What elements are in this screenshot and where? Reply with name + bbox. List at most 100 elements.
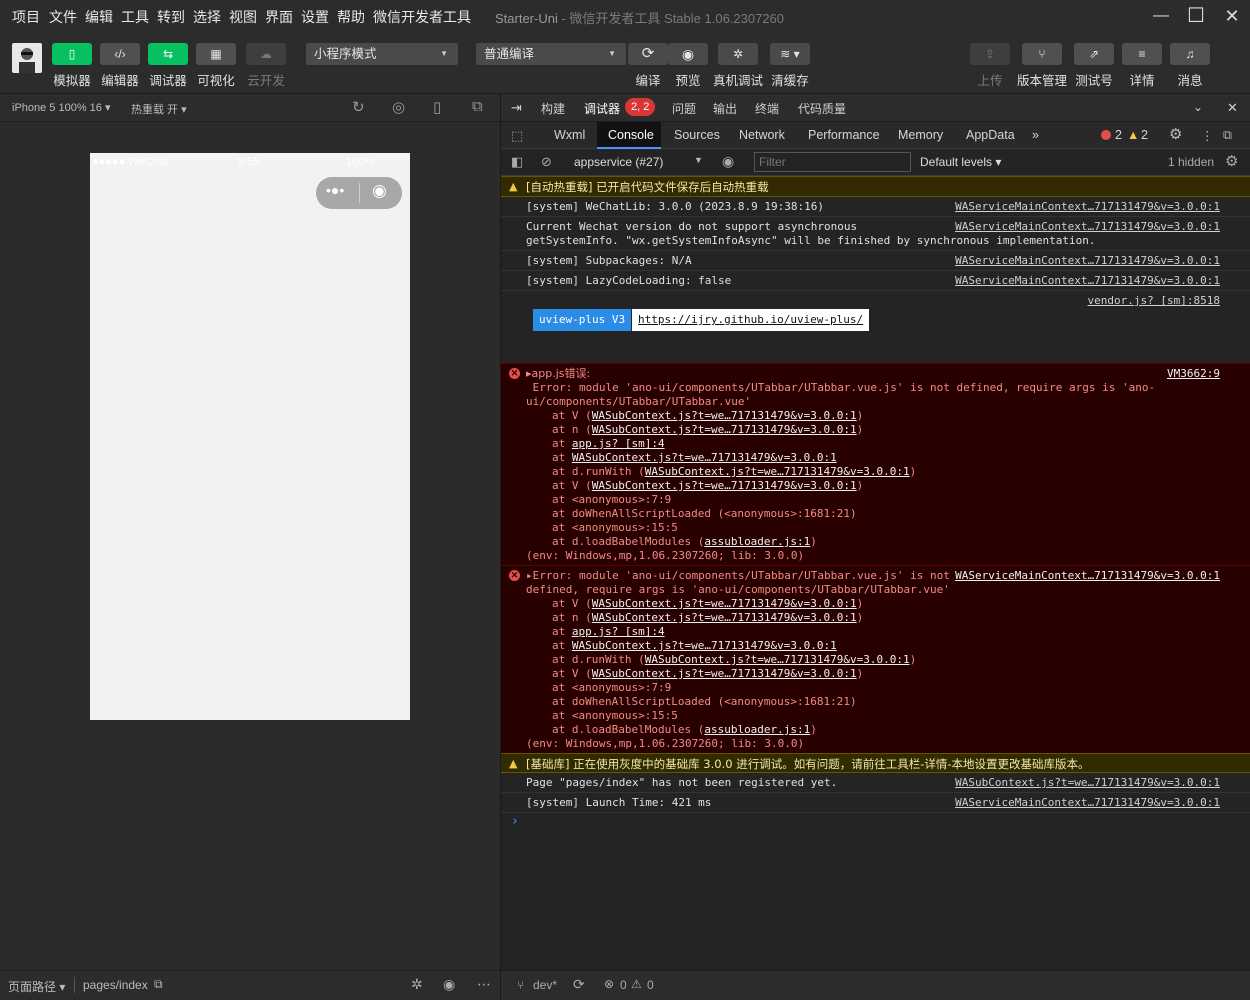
phone-screen[interactable]: ●●●●● WeChat 9:55 100% •●• ◉ bbox=[90, 153, 410, 720]
error-count[interactable]: 2 bbox=[1115, 128, 1122, 142]
dock-icon[interactable]: ⧉ bbox=[1223, 128, 1232, 143]
upload-button[interactable]: ⇪ bbox=[970, 43, 1010, 65]
gear-icon[interactable]: ⚙ bbox=[1169, 125, 1182, 143]
error-title[interactable]: ▸app.js错误: bbox=[526, 367, 590, 381]
stack-frame-link[interactable]: app.js? [sm]:4 bbox=[572, 625, 665, 638]
stack-frame-link[interactable]: WASubContext.js?t=we…717131479&v=3.0.0:1 bbox=[572, 639, 837, 652]
tab-network[interactable]: Network bbox=[739, 128, 785, 142]
error-status-count[interactable]: 0 bbox=[620, 978, 627, 992]
source-link[interactable]: WASubContext.js?t=we…717131479&v=3.0.0:1 bbox=[955, 776, 1220, 790]
tab-debugger[interactable]: 调试器 bbox=[584, 100, 620, 117]
console-prompt[interactable]: › bbox=[511, 815, 519, 829]
error-status-icon[interactable]: ⊗ bbox=[604, 977, 614, 991]
close-icon[interactable]: ✕ bbox=[1220, 4, 1244, 28]
source-link[interactable]: VM3662:9 bbox=[1167, 367, 1220, 381]
uview-link[interactable]: https://ijry.github.io/uview-plus/ bbox=[632, 309, 870, 331]
clear-cache-button[interactable]: ≋ ▾ bbox=[770, 43, 810, 65]
stack-frame-link[interactable]: WASubContext.js?t=we…717131479&v=3.0.0:1 bbox=[645, 653, 910, 666]
bug-icon[interactable]: ✲ bbox=[411, 976, 423, 993]
tab-terminal[interactable]: 终端 bbox=[755, 100, 779, 117]
device-select[interactable]: iPhone 5 100% 16 ▾ bbox=[12, 101, 111, 114]
source-link[interactable]: WAServiceMainContext…717131479&v=3.0.0:1 bbox=[955, 569, 1220, 583]
version-button[interactable]: ⑂ bbox=[1022, 43, 1062, 65]
warning-status-count[interactable]: 0 bbox=[647, 978, 654, 992]
warning-status-icon[interactable]: ⚠ bbox=[631, 977, 642, 991]
preview-button[interactable]: ◉ bbox=[668, 43, 708, 65]
collapse-icon[interactable]: ⇥ bbox=[511, 100, 522, 116]
source-link[interactable]: WAServiceMainContext…717131479&v=3.0.0:1 bbox=[955, 796, 1220, 810]
cloud-dev-button[interactable]: ☁ bbox=[246, 43, 286, 65]
record-icon[interactable]: ◎ bbox=[392, 98, 405, 116]
stack-frame-link[interactable]: app.js? [sm]:4 bbox=[572, 437, 665, 450]
tab-build[interactable]: 构建 bbox=[541, 100, 565, 117]
menu-devtools[interactable]: 微信开发者工具 bbox=[373, 7, 471, 27]
maximize-icon[interactable]: ☐ bbox=[1184, 4, 1208, 28]
tab-problems[interactable]: 问题 bbox=[672, 100, 696, 117]
kebab-icon[interactable]: ⋮ bbox=[1201, 128, 1214, 143]
menu-select[interactable]: 选择 bbox=[193, 7, 221, 27]
more-icon[interactable]: •●• bbox=[326, 182, 344, 198]
stack-frame-link[interactable]: WASubContext.js?t=we…717131479&v=3.0.0:1 bbox=[592, 597, 857, 610]
eye-icon[interactable]: ◉ bbox=[722, 153, 734, 170]
menu-view[interactable]: 视图 bbox=[229, 7, 257, 27]
capsule-button[interactable]: •●• ◉ bbox=[316, 177, 402, 209]
rotate-icon[interactable]: ↻ bbox=[352, 98, 365, 116]
more-tabs-icon[interactable]: » bbox=[1032, 128, 1039, 142]
menu-help[interactable]: 帮助 bbox=[337, 7, 365, 27]
branch-name[interactable]: dev* bbox=[533, 978, 557, 992]
close-mini-icon[interactable]: ◉ bbox=[372, 181, 387, 201]
page-path-select[interactable]: 页面路径 ▾ bbox=[8, 978, 65, 995]
hot-reload-toggle[interactable]: 热重载 开 ▾ bbox=[131, 101, 187, 117]
mode-select[interactable]: 小程序模式 ▼ bbox=[306, 43, 458, 65]
stack-frame-link[interactable]: assubloader.js:1 bbox=[704, 723, 810, 736]
menu-project[interactable]: 项目 bbox=[12, 7, 40, 27]
stack-frame-link[interactable]: WASubContext.js?t=we…717131479&v=3.0.0:1 bbox=[592, 667, 857, 680]
sync-icon[interactable]: ⟳ bbox=[573, 976, 585, 993]
tab-performance[interactable]: Performance bbox=[808, 128, 880, 142]
compile-select[interactable]: 普通编译 ▼ bbox=[476, 43, 626, 65]
source-link[interactable]: WAServiceMainContext…717131479&v=3.0.0:1 bbox=[955, 274, 1220, 288]
gear-icon[interactable]: ⚙ bbox=[1225, 152, 1238, 170]
menu-goto[interactable]: 转到 bbox=[157, 7, 185, 27]
stack-frame-link[interactable]: assubloader.js:1 bbox=[704, 535, 810, 548]
tab-code-quality[interactable]: 代码质量 bbox=[798, 100, 846, 117]
tab-wxml[interactable]: Wxml bbox=[554, 128, 585, 142]
minimize-icon[interactable]: — bbox=[1149, 4, 1173, 28]
simulator-toggle-button[interactable]: ▯ bbox=[52, 43, 92, 65]
avatar[interactable] bbox=[12, 43, 42, 73]
console-output[interactable]: ▲ [自动热重载] 已开启代码文件保存后自动热重载 [system] WeCha… bbox=[501, 176, 1250, 970]
details-button[interactable]: ≡ bbox=[1122, 43, 1162, 65]
tab-output[interactable]: 输出 bbox=[713, 100, 737, 117]
inspect-icon[interactable]: ⬚ bbox=[511, 128, 523, 144]
chevron-down-icon[interactable]: ⌄ bbox=[1193, 100, 1203, 114]
tab-memory[interactable]: Memory bbox=[898, 128, 943, 142]
source-link[interactable]: WAServiceMainContext…717131479&v=3.0.0:1 bbox=[955, 200, 1220, 214]
sidebar-icon[interactable]: ◧ bbox=[511, 154, 523, 170]
remote-debug-button[interactable]: ✲ bbox=[718, 43, 758, 65]
error-message[interactable]: ▸Error: module 'ano-ui/components/UTabba… bbox=[526, 569, 950, 583]
levels-select[interactable]: Default levels ▾ bbox=[920, 155, 1001, 169]
stack-frame-link[interactable]: WASubContext.js?t=we…717131479&v=3.0.0:1 bbox=[572, 451, 837, 464]
messages-button[interactable]: ♫ bbox=[1170, 43, 1210, 65]
tab-console[interactable]: Console bbox=[608, 128, 654, 142]
editor-toggle-button[interactable]: ‹/› bbox=[100, 43, 140, 65]
clear-icon[interactable]: ⊘ bbox=[541, 154, 552, 170]
menu-settings[interactable]: 设置 bbox=[301, 7, 329, 27]
menu-interface[interactable]: 界面 bbox=[265, 7, 293, 27]
source-link[interactable]: vendor.js? [sm]:8518 bbox=[1088, 294, 1220, 308]
debugger-toggle-button[interactable]: ⇆ bbox=[148, 43, 188, 65]
phone-icon[interactable]: ▯ bbox=[433, 98, 441, 116]
chevron-down-icon[interactable]: ▼ bbox=[694, 155, 703, 165]
menu-file[interactable]: 文件 bbox=[49, 7, 77, 27]
context-select[interactable]: appservice (#27) bbox=[574, 155, 663, 169]
stack-frame-link[interactable]: WASubContext.js?t=we…717131479&v=3.0.0:1 bbox=[592, 409, 857, 422]
popout-icon[interactable]: ⧉ bbox=[472, 98, 483, 115]
menu-tools[interactable]: 工具 bbox=[121, 7, 149, 27]
warning-count[interactable]: 2 bbox=[1141, 128, 1148, 142]
tab-appdata[interactable]: AppData bbox=[966, 128, 1015, 142]
more-icon[interactable]: ⋯ bbox=[477, 976, 491, 993]
source-link[interactable]: WAServiceMainContext…717131479&v=3.0.0:1 bbox=[955, 220, 1220, 234]
filter-input[interactable] bbox=[754, 152, 911, 172]
eye-icon[interactable]: ◉ bbox=[443, 976, 455, 993]
stack-frame-link[interactable]: WASubContext.js?t=we…717131479&v=3.0.0:1 bbox=[592, 479, 857, 492]
